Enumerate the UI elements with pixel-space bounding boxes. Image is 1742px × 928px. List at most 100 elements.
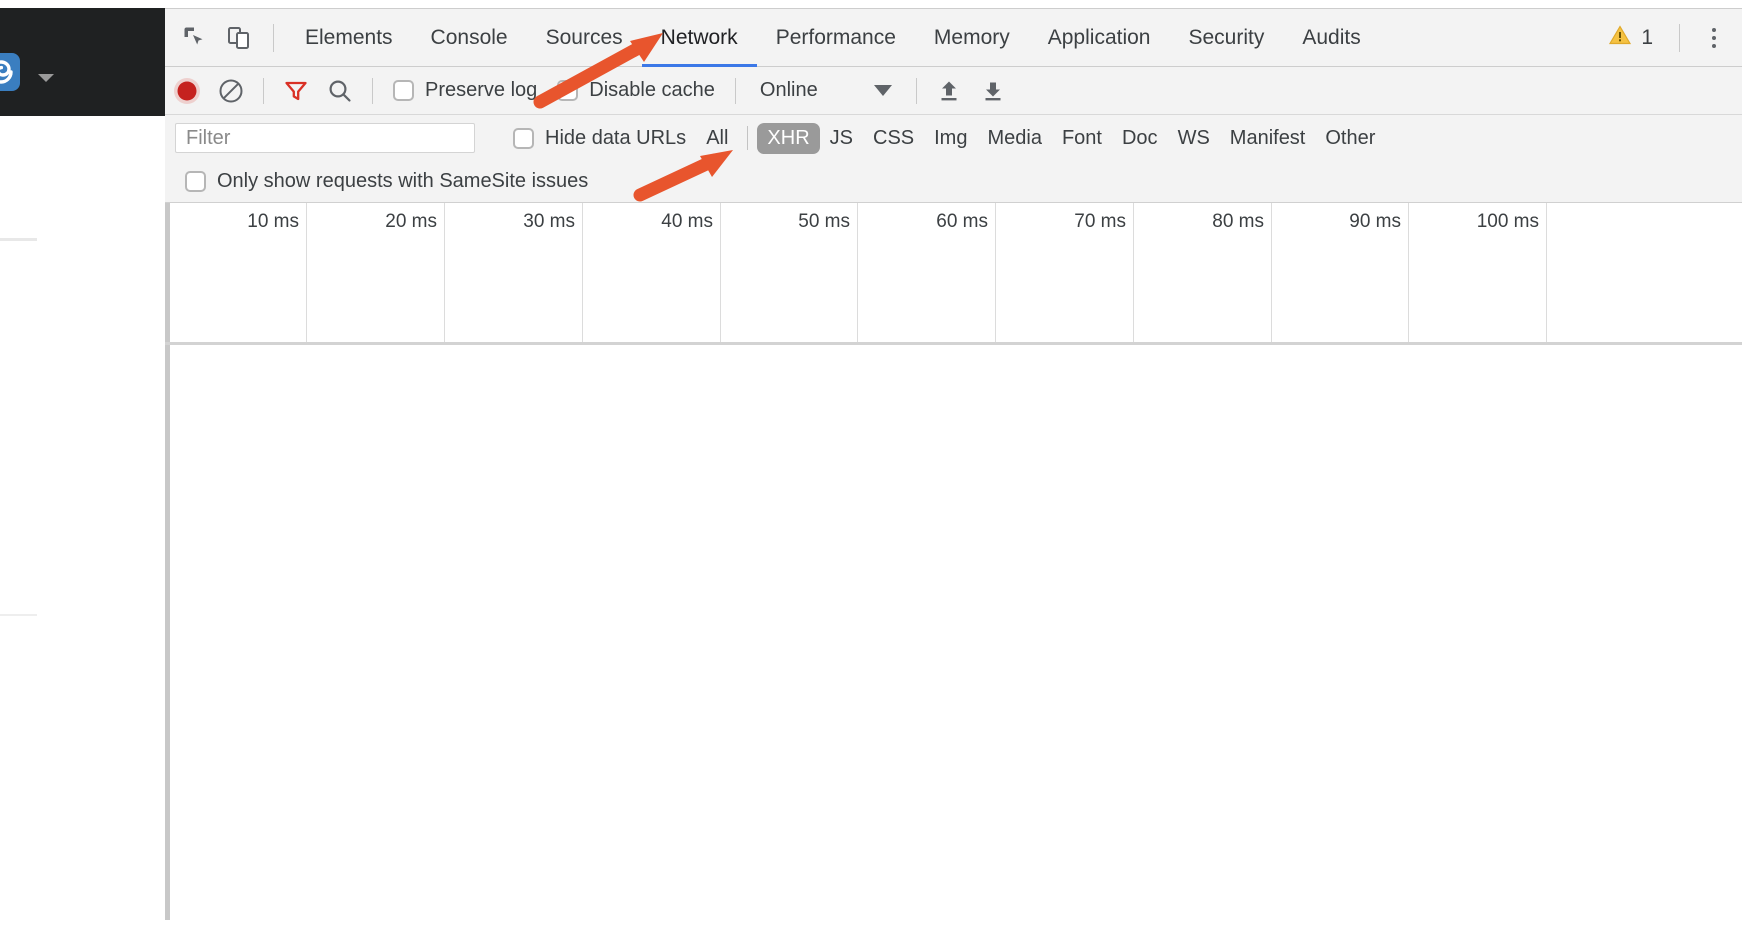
tab-label: Audits: [1302, 25, 1361, 49]
page-divider-lower: [0, 614, 37, 616]
warning-count: 1: [1641, 25, 1653, 49]
hide-data-urls-checkbox[interactable]: Hide data URLs: [503, 127, 696, 150]
tab-application[interactable]: Application: [1029, 9, 1170, 67]
checkbox-box: [557, 80, 579, 101]
filter-chip-manifest[interactable]: Manifest: [1220, 123, 1316, 154]
tick-label: 30 ms: [523, 211, 575, 232]
chip-label: CSS: [873, 126, 915, 149]
chip-label: WS: [1177, 126, 1210, 149]
tab-audits[interactable]: Audits: [1283, 9, 1379, 67]
tab-sources[interactable]: Sources: [527, 9, 642, 67]
checkbox-box: [185, 171, 206, 192]
throttling-value: Online: [759, 79, 818, 101]
browser-page-strip: [0, 0, 165, 928]
filter-chip-img[interactable]: Img: [924, 123, 977, 154]
toolbar-divider: [734, 77, 736, 104]
checkbox-box: [393, 80, 414, 101]
tab-label: Sources: [545, 25, 623, 49]
upload-arrow-icon[interactable]: [927, 69, 971, 113]
tick-label: 80 ms: [1212, 211, 1264, 232]
tick-label: 60 ms: [936, 211, 988, 232]
tab-console[interactable]: Console: [412, 9, 527, 67]
filter-chip-js[interactable]: JS: [820, 123, 863, 154]
timeline-tick: 10 ms: [170, 203, 307, 342]
chip-label: All: [706, 126, 729, 149]
clear-no-entry-icon[interactable]: [209, 69, 253, 113]
filter-chip-font[interactable]: Font: [1052, 123, 1112, 154]
chip-label: XHR: [767, 126, 810, 149]
tab-label: Console: [430, 25, 508, 49]
timeline-tick: 60 ms: [858, 203, 996, 342]
samesite-filter-row: Only show requests with SameSite issues: [165, 161, 1742, 203]
download-arrow-icon[interactable]: [971, 69, 1015, 113]
tab-bar-right-group: 1: [1594, 9, 1742, 67]
devtools-panel: Elements Console Sources Network Perform…: [165, 8, 1742, 928]
chip-label: Manifest: [1229, 126, 1306, 149]
chip-label: Media: [987, 126, 1042, 149]
tab-label: Security: [1188, 25, 1265, 49]
warning-triangle-icon: [1608, 23, 1632, 52]
tab-security[interactable]: Security: [1169, 9, 1283, 67]
inspect-element-icon[interactable]: [173, 16, 217, 60]
tick-label: 100 ms: [1476, 211, 1539, 232]
filter-chip-media[interactable]: Media: [977, 123, 1051, 154]
network-filter-toolbar: Hide data URLs All XHR JS CSS Img Media: [165, 115, 1742, 161]
device-toolbar-icon[interactable]: [217, 16, 261, 60]
disable-cache-checkbox[interactable]: Disable cache: [547, 79, 725, 102]
timeline-tick: 20 ms: [307, 203, 445, 342]
chevron-down-icon[interactable]: [38, 74, 54, 82]
filter-chip-all[interactable]: All: [696, 123, 738, 154]
samesite-issues-label: Only show requests with SameSite issues: [217, 170, 589, 192]
tick-label: 90 ms: [1349, 211, 1401, 232]
record-button-icon[interactable]: [165, 69, 209, 113]
network-request-list[interactable]: [165, 345, 1742, 920]
timeline-tick: 80 ms: [1134, 203, 1272, 342]
filter-input[interactable]: [175, 123, 475, 153]
chip-divider: [747, 126, 749, 150]
network-control-toolbar: Preserve log Disable cache Online: [165, 67, 1742, 115]
chip-label: JS: [829, 126, 853, 149]
tab-elements[interactable]: Elements: [286, 9, 412, 67]
kebab-menu-icon[interactable]: [1692, 9, 1736, 67]
toolbar-divider: [915, 77, 917, 104]
network-overview-timeline[interactable]: 10 ms 20 ms 30 ms 40 ms 50 ms 60 ms 70 m…: [165, 203, 1742, 345]
spiral-logo-icon[interactable]: [0, 53, 20, 91]
tab-label: Network: [660, 25, 738, 49]
tab-memory[interactable]: Memory: [915, 9, 1029, 67]
filter-chip-xhr[interactable]: XHR: [757, 122, 820, 154]
chip-label: Other: [1325, 126, 1376, 149]
timeline-tick: 100 ms: [1409, 203, 1547, 342]
filter-funnel-icon[interactable]: [274, 69, 318, 113]
warning-indicator[interactable]: 1: [1594, 23, 1667, 52]
filter-chip-ws[interactable]: WS: [1168, 123, 1220, 154]
request-list-left-gutter: [165, 345, 170, 920]
page-divider-upper: [0, 238, 37, 241]
timeline-tick: 90 ms: [1272, 203, 1409, 342]
search-magnifier-icon[interactable]: [318, 69, 362, 113]
hide-data-urls-label: Hide data URLs: [545, 126, 687, 149]
timeline-tick: 30 ms: [445, 203, 583, 342]
chip-label: Doc: [1121, 126, 1158, 149]
preserve-log-checkbox[interactable]: Preserve log: [383, 79, 547, 102]
tab-label: Performance: [775, 25, 896, 49]
preserve-log-label: Preserve log: [425, 79, 538, 101]
toolbar-divider: [1679, 23, 1680, 52]
filter-chip-doc[interactable]: Doc: [1112, 123, 1168, 154]
tab-performance[interactable]: Performance: [757, 9, 915, 67]
disable-cache-label: Disable cache: [589, 79, 715, 101]
chip-label: Img: [934, 126, 968, 149]
tab-label: Application: [1047, 25, 1151, 49]
samesite-issues-checkbox[interactable]: Only show requests with SameSite issues: [175, 170, 598, 193]
extension-toolbar: [0, 8, 165, 116]
devtools-tab-bar: Elements Console Sources Network Perform…: [165, 9, 1742, 67]
screenshot-root: Elements Console Sources Network Perform…: [0, 0, 1742, 928]
filter-chip-other[interactable]: Other: [1315, 123, 1385, 154]
toolbar-divider: [263, 77, 264, 104]
toolbar-divider: [372, 77, 373, 104]
tick-label: 10 ms: [247, 211, 299, 232]
throttling-dropdown[interactable]: Online: [746, 79, 906, 102]
tick-label: 40 ms: [661, 211, 713, 232]
tab-network[interactable]: Network: [642, 9, 757, 67]
filter-chip-css[interactable]: CSS: [863, 123, 924, 154]
chip-label: Font: [1061, 126, 1102, 149]
